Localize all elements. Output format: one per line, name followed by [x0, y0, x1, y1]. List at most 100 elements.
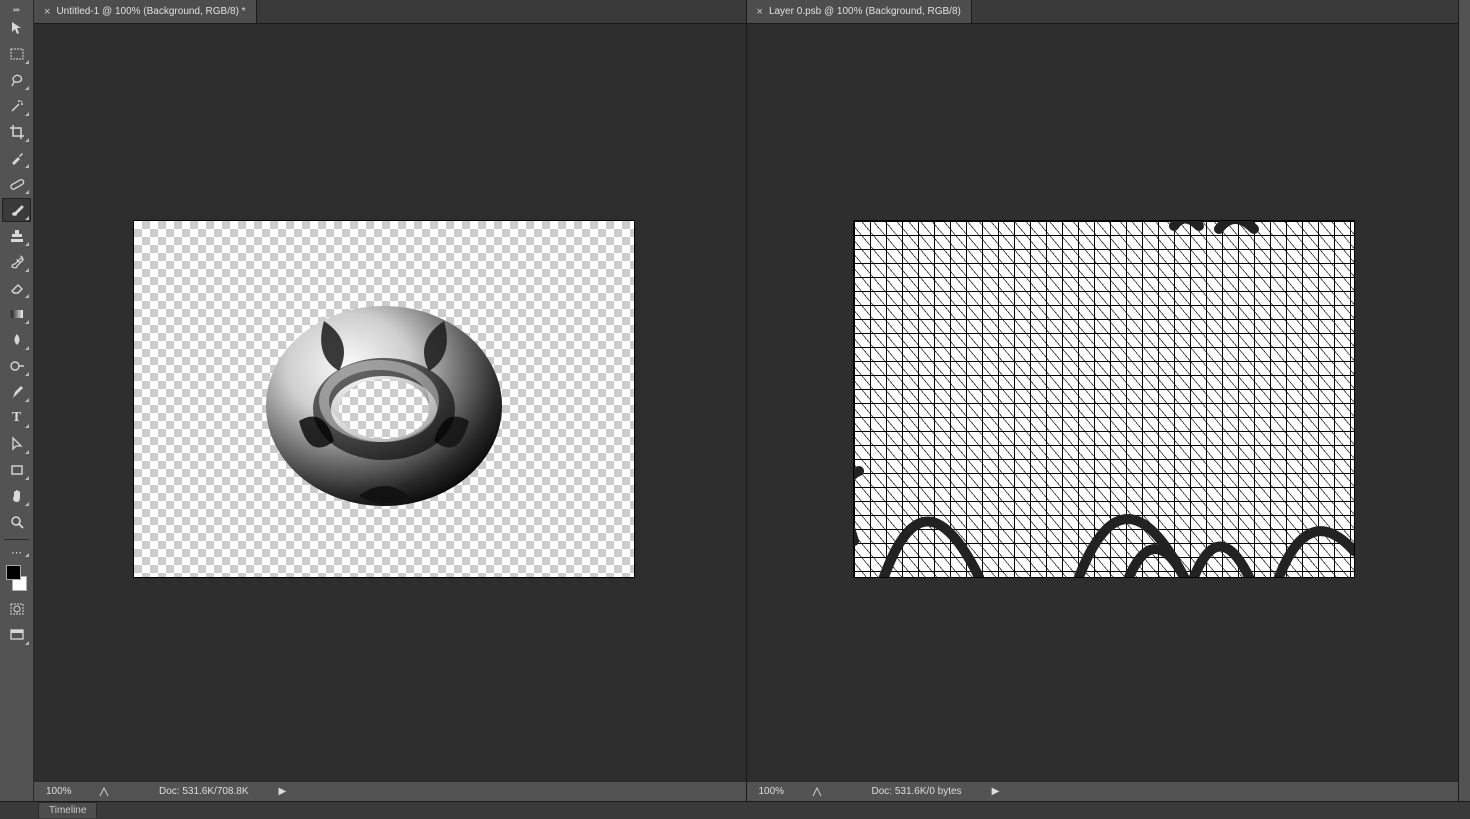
submenu-indicator-icon: [25, 60, 29, 64]
submenu-indicator-icon: [25, 641, 29, 645]
type-tool[interactable]: T: [2, 406, 31, 430]
canvas-area[interactable]: [34, 24, 746, 781]
status-bar: 100% Doc: 531.6K/708.8K ▶: [34, 781, 746, 801]
doc-info-menu-icon[interactable]: ▶: [962, 786, 1000, 797]
zoom-preview-icon[interactable]: [802, 787, 832, 797]
hand-tool[interactable]: [2, 484, 31, 508]
wand-icon: [9, 98, 25, 114]
submenu-indicator-icon: [25, 268, 29, 272]
lasso-tool[interactable]: [2, 68, 31, 92]
crop-icon: [9, 124, 25, 140]
close-tab-icon[interactable]: ×: [757, 6, 763, 18]
document-tab-title: Untitled-1 @ 100% (Background, RGB/8) *: [56, 6, 245, 17]
move-icon: [9, 20, 25, 36]
magic-wand-tool[interactable]: [2, 94, 31, 118]
submenu-indicator-icon: [25, 398, 29, 402]
eyedropper-icon: [9, 150, 25, 166]
eyedropper-tool[interactable]: [2, 146, 31, 170]
bottom-panel: Timeline: [0, 801, 1470, 819]
torus-artwork: [264, 301, 504, 511]
toolbox-separator: [4, 539, 29, 540]
quick-mask-mode[interactable]: [2, 597, 31, 621]
submenu-indicator-icon: [25, 242, 29, 246]
expand-panel-button[interactable]: ▸▸: [2, 4, 31, 14]
brush-tool[interactable]: [2, 198, 31, 222]
submenu-indicator-icon: [25, 216, 29, 220]
pen-icon: [9, 384, 25, 400]
texture-arcs: [854, 221, 1354, 577]
marquee-icon: [9, 46, 25, 62]
zoom-icon: [9, 514, 25, 530]
toolbox: ▸▸: [0, 0, 34, 801]
dodge-tool[interactable]: [2, 354, 31, 378]
marquee-tool[interactable]: [2, 42, 31, 66]
app-root: ▸▸: [0, 0, 1470, 819]
stamp-icon: [9, 228, 25, 244]
close-tab-icon[interactable]: ×: [44, 6, 50, 18]
zoom-level[interactable]: 100%: [747, 786, 802, 797]
submenu-indicator-icon: [25, 190, 29, 194]
path-selection-icon: [9, 436, 25, 452]
zoom-preview-icon[interactable]: [89, 787, 119, 797]
submenu-indicator-icon: [25, 450, 29, 454]
submenu-indicator-icon: [25, 372, 29, 376]
canvas-area[interactable]: [747, 24, 1459, 781]
submenu-indicator-icon: [25, 294, 29, 298]
color-swatches[interactable]: [4, 563, 29, 593]
gradient-tool[interactable]: [2, 302, 31, 326]
doc-info-menu-icon[interactable]: ▶: [249, 786, 287, 797]
submenu-indicator-icon: [25, 346, 29, 350]
rectangle-tool[interactable]: [2, 458, 31, 482]
status-bar: 100% Doc: 531.6K/0 bytes ▶: [747, 781, 1459, 801]
history-brush-tool[interactable]: [2, 250, 31, 274]
gradient-icon: [9, 306, 25, 322]
submenu-indicator-icon: [25, 138, 29, 142]
eraser-icon: [9, 280, 25, 296]
submenu-indicator-icon: [25, 320, 29, 324]
document-tab-bar: × Untitled-1 @ 100% (Background, RGB/8) …: [34, 0, 746, 24]
canvas[interactable]: [854, 221, 1354, 577]
blur-icon: [9, 332, 25, 348]
canvas[interactable]: [134, 221, 634, 577]
doc-info[interactable]: Doc: 531.6K/0 bytes: [832, 786, 962, 797]
crop-tool[interactable]: [2, 120, 31, 144]
ellipsis-icon: ⋯: [11, 546, 22, 559]
rectangle-icon: [9, 462, 25, 478]
lasso-icon: [9, 72, 25, 88]
timeline-tab[interactable]: Timeline: [38, 802, 97, 818]
screen-mode-tool[interactable]: [2, 623, 31, 647]
submenu-indicator-icon: [25, 553, 29, 557]
clone-stamp-tool[interactable]: [2, 224, 31, 248]
edit-toolbar-button[interactable]: ⋯: [2, 545, 31, 559]
zoom-tool[interactable]: [2, 510, 31, 534]
document-tab[interactable]: × Layer 0.psb @ 100% (Background, RGB/8): [747, 0, 972, 23]
path-selection-tool[interactable]: [2, 432, 31, 456]
documents-area: × Untitled-1 @ 100% (Background, RGB/8) …: [34, 0, 1458, 801]
zoom-level[interactable]: 100%: [34, 786, 89, 797]
hand-icon: [9, 488, 25, 504]
submenu-indicator-icon: [25, 502, 29, 506]
submenu-indicator-icon: [25, 424, 29, 428]
pen-tool[interactable]: [2, 380, 31, 404]
expand-arrows-icon: ▸▸: [13, 5, 19, 14]
doc-info[interactable]: Doc: 531.6K/708.8K: [119, 786, 249, 797]
document-1: × Untitled-1 @ 100% (Background, RGB/8) …: [34, 0, 747, 801]
brush-icon: [9, 202, 25, 218]
submenu-indicator-icon: [25, 476, 29, 480]
bandage-icon: [9, 176, 25, 192]
submenu-indicator-icon: [25, 164, 29, 168]
document-2: × Layer 0.psb @ 100% (Background, RGB/8): [747, 0, 1459, 801]
quick-mask-icon: [9, 601, 25, 617]
screen-mode-icon: [9, 627, 25, 643]
eraser-tool[interactable]: [2, 276, 31, 300]
foreground-color-swatch[interactable]: [6, 565, 21, 580]
main-area: ▸▸: [0, 0, 1470, 801]
document-tab-title: Layer 0.psb @ 100% (Background, RGB/8): [769, 6, 961, 17]
move-tool[interactable]: [2, 16, 31, 40]
type-icon: T: [12, 410, 21, 426]
document-tab[interactable]: × Untitled-1 @ 100% (Background, RGB/8) …: [34, 0, 257, 23]
healing-brush-tool[interactable]: [2, 172, 31, 196]
right-panel-collapsed[interactable]: [1458, 0, 1470, 801]
blur-tool[interactable]: [2, 328, 31, 352]
document-tab-bar: × Layer 0.psb @ 100% (Background, RGB/8): [747, 0, 1459, 24]
